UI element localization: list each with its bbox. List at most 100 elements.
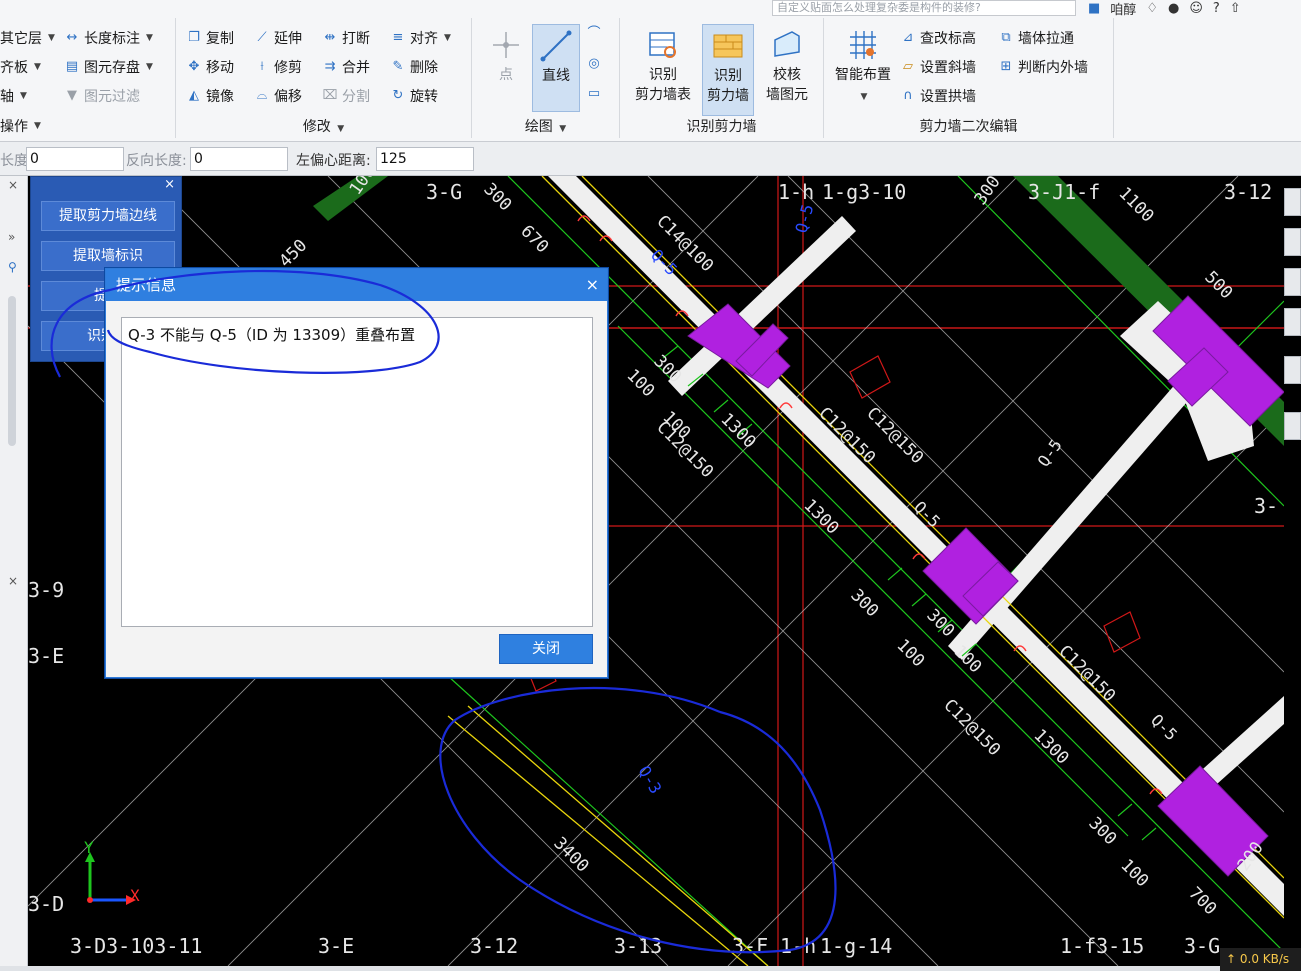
set-arch-wall-button[interactable]: ∩ 设置拱墙 <box>900 86 976 106</box>
panel-scrollbar[interactable] <box>8 296 16 446</box>
user-icon[interactable]: ■ <box>1088 1 1100 16</box>
modify-group-label[interactable]: 修改 ▼ <box>176 116 471 136</box>
pin-icon[interactable]: ⇧ <box>1230 1 1241 16</box>
user-name[interactable]: 咱醇 <box>1110 0 1136 18</box>
secondary-group-title: 剪力墙二次编辑 <box>919 119 1018 135</box>
elevation-icon: ⊿ <box>902 30 914 45</box>
close-icon[interactable]: × <box>586 269 599 301</box>
delete-button[interactable]: ✎ 删除 <box>390 57 438 77</box>
offset-button[interactable]: ⌓ 偏移 <box>254 86 302 106</box>
break-button[interactable]: ⇹ 打断 <box>322 28 370 48</box>
mirror-icon: ◭ <box>189 88 199 103</box>
dialog-close-button[interactable]: 关闭 <box>499 634 593 664</box>
wall-through-button[interactable]: ⧉ 墙体拉通 <box>998 28 1074 48</box>
close-icon[interactable]: × <box>8 178 18 192</box>
view-tool-button[interactable] <box>1284 356 1301 384</box>
arch-wall-icon: ∩ <box>903 88 913 103</box>
other-layer-menu[interactable]: 其它层 ▼ <box>0 28 55 48</box>
face-icon[interactable]: ☺ <box>1189 1 1203 16</box>
ribbon-toolbar: 自定义贴面怎么处理复杂委是构件的装修? ■ 咱醇 ♢ ● ☺ ? ⇧ 其它层 ▼ … <box>0 0 1301 142</box>
view-tool-button[interactable] <box>1284 412 1301 440</box>
extract-wall-label-button[interactable]: 提取墙标识 <box>41 241 175 271</box>
other-layer-label: 其它层 <box>0 31 42 47</box>
operations-label: 操作 <box>0 119 28 135</box>
operations-group-label[interactable]: 操作 ▼ <box>0 116 41 136</box>
judge-inner-outer-wall-button[interactable]: ⊞ 判断内外墙 <box>998 57 1088 77</box>
edit-elevation-button[interactable]: ⊿ 查改标高 <box>900 28 976 48</box>
length-input[interactable]: 0 <box>26 147 124 171</box>
expand-icon[interactable]: » <box>8 230 15 244</box>
rect-draw-button[interactable]: ▭ <box>586 86 602 102</box>
svg-text:450: 450 <box>275 236 311 272</box>
chevron-down-icon: ▼ <box>559 124 567 134</box>
help-search-input[interactable]: 自定义贴面怎么处理复杂委是构件的装修? <box>772 0 1076 16</box>
mirror-label: 镜像 <box>206 89 234 105</box>
axis-label: 3-G <box>426 180 463 204</box>
wall-through-label: 墙体拉通 <box>1018 31 1074 47</box>
line-draw-button[interactable]: 直线 <box>532 24 580 112</box>
rotate-button[interactable]: ↻ 旋转 <box>390 86 438 106</box>
help-icon[interactable]: ? <box>1213 1 1220 16</box>
arc-icon: ⌒ <box>587 26 601 41</box>
filter-elements-button[interactable]: ▼ 图元过滤 <box>64 86 140 106</box>
line-icon <box>540 30 572 62</box>
left-offset-label: 左偏心距离: <box>296 153 371 169</box>
set-arch-wall-label: 设置拱墙 <box>920 89 976 105</box>
ribbon-group-recognize: 识别 剪力墙表 识别 剪力墙 校核 墙图元 识别剪力墙 <box>620 18 824 138</box>
left-offset-input[interactable]: 125 <box>376 147 474 171</box>
split-label: 分割 <box>342 89 370 105</box>
close-icon[interactable]: × <box>8 574 18 588</box>
extract-wall-edge-button[interactable]: 提取剪力墙边线 <box>41 201 175 231</box>
search-icon[interactable]: ⚲ <box>8 260 17 274</box>
point-label: 点 <box>499 67 513 83</box>
dialog-message: Q-3 不能与 Q-5（ID 为 13309）重叠布置 <box>128 326 416 344</box>
right-view-toolbar <box>1284 176 1301 476</box>
align-board-menu[interactable]: 齐板 ▼ <box>0 57 41 77</box>
save-elements-button[interactable]: ▤ 图元存盘 ▼ <box>64 57 153 77</box>
recognize-wall-table-button[interactable]: 识别 剪力墙表 <box>632 28 694 105</box>
dialog-message-area: Q-3 不能与 Q-5（ID 为 13309）重叠布置 <box>121 317 593 627</box>
align-button[interactable]: ≡ 对齐 ▼ <box>390 28 451 48</box>
left-panel-strip: × » ⚲ × <box>0 176 28 971</box>
inner-outer-wall-icon: ⊞ <box>1000 59 1012 74</box>
circle-draw-button[interactable]: ◎ <box>586 56 602 72</box>
user-area: ■ 咱醇 ♢ ● ☺ ? ⇧ <box>1088 0 1241 18</box>
length-dim-button[interactable]: ↔ 长度标注 ▼ <box>64 28 153 48</box>
view-tool-button[interactable] <box>1284 268 1301 296</box>
set-slant-wall-button[interactable]: ▱ 设置斜墙 <box>900 57 976 77</box>
view-tool-button[interactable] <box>1284 228 1301 256</box>
smart-layout-icon <box>850 31 876 59</box>
draw-group-label[interactable]: 绘图 ▼ <box>472 116 619 136</box>
draw-group-title: 绘图 <box>524 119 553 135</box>
close-icon[interactable]: × <box>164 177 175 192</box>
extend-button[interactable]: ⟋ 延伸 <box>254 28 302 48</box>
ucs-x-label: X <box>130 886 140 905</box>
axis-label: 3-G <box>1184 934 1221 958</box>
property-bar: 长度: 0 反向长度: 0 左偏心距离: 125 <box>0 142 1301 176</box>
eraser-icon: ✎ <box>392 59 404 74</box>
smart-layout-button[interactable]: 智能布置 ▼ <box>830 28 896 107</box>
arc-draw-button[interactable]: ⌒ <box>586 26 602 42</box>
mirror-button[interactable]: ◭ 镜像 <box>186 86 234 106</box>
smart-layout-label: 智能布置 <box>835 67 891 83</box>
view-tool-button[interactable] <box>1284 188 1301 216</box>
bell-icon[interactable]: ♢ <box>1146 1 1158 16</box>
merge-button[interactable]: ⇉ 合并 <box>322 57 370 77</box>
rectangle-icon: ▭ <box>587 86 601 101</box>
move-button[interactable]: ✥ 移动 <box>186 57 234 77</box>
reverse-length-input[interactable]: 0 <box>190 147 288 171</box>
svg-text:500: 500 <box>1200 267 1236 303</box>
ribbon-group-common: 其它层 ▼ 齐板 ▼ 轴 ▼ 操作 ▼ ↔ 长度标注 ▼ ▤ 图元存盘 ▼ ▼ 图元过滤 <box>0 18 176 138</box>
axis-menu[interactable]: 轴 ▼ <box>0 86 27 106</box>
svg-text:300: 300 <box>971 176 1005 209</box>
delete-label: 删除 <box>410 60 438 76</box>
chat-icon[interactable]: ● <box>1168 1 1179 16</box>
svg-text:300: 300 <box>1084 813 1120 849</box>
point-draw-button[interactable]: 点 <box>486 28 526 85</box>
trim-button[interactable]: ⟊ 修剪 <box>254 57 302 77</box>
split-button[interactable]: ⌧ 分割 <box>322 86 371 106</box>
check-wall-elements-button[interactable]: 校核 墙图元 <box>762 28 812 105</box>
copy-button[interactable]: ❐ 复制 <box>186 28 234 48</box>
recognize-shear-wall-button[interactable]: 识别 剪力墙 <box>702 24 754 116</box>
view-tool-button[interactable] <box>1284 308 1301 336</box>
